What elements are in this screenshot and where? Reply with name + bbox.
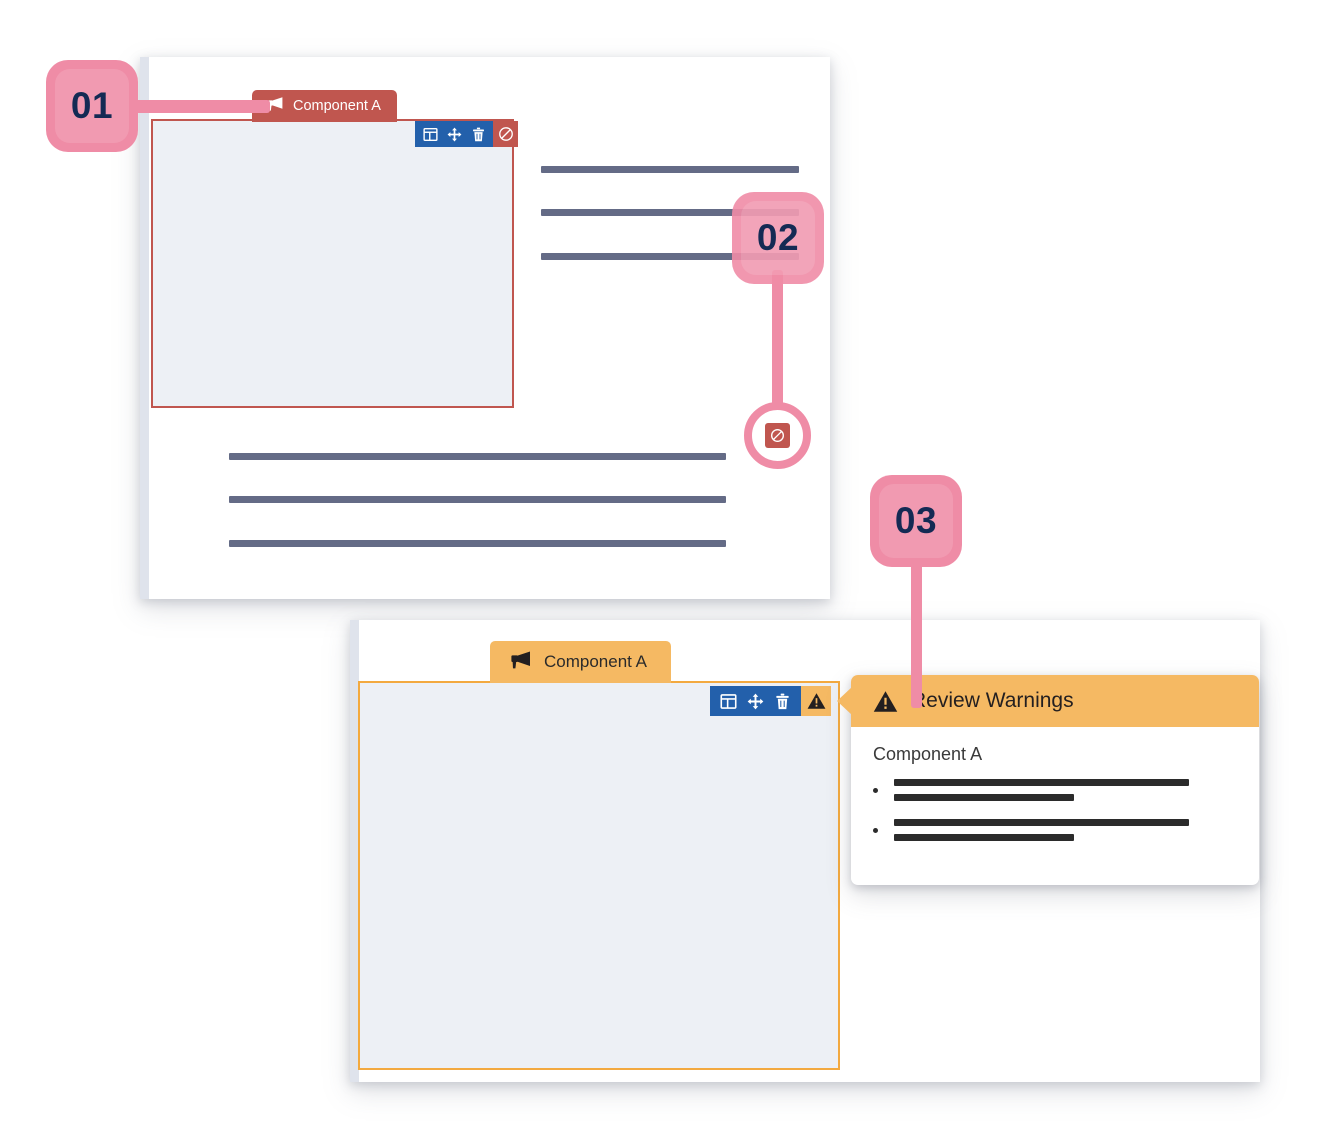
callout-badge-02-label: 02 xyxy=(741,201,815,275)
warning-triangle-icon[interactable] xyxy=(801,686,831,716)
component-a-tab-two[interactable]: Component A xyxy=(490,641,672,683)
move-icon[interactable] xyxy=(442,121,466,147)
callout-03-connector xyxy=(911,560,922,708)
component-a-body-one[interactable] xyxy=(151,119,514,408)
bullet-icon xyxy=(873,828,878,833)
warning-triangle-icon xyxy=(873,690,898,713)
callout-badge-01: 01 xyxy=(46,60,138,152)
popup-pointer xyxy=(837,687,852,715)
redacted-line xyxy=(229,453,726,460)
screenshot-root: Component A Component A Review Warnings … xyxy=(0,0,1322,1132)
component-a-body-two[interactable] xyxy=(358,681,840,1070)
redacted-line xyxy=(541,166,799,173)
redacted-line xyxy=(229,496,726,503)
move-icon[interactable] xyxy=(742,686,769,716)
component-a-tab-one-label: Component A xyxy=(293,98,381,114)
redacted-line xyxy=(894,819,1189,826)
megaphone-icon xyxy=(508,650,532,675)
redacted-line xyxy=(894,834,1074,841)
layout-icon[interactable] xyxy=(418,121,442,147)
trash-icon[interactable] xyxy=(769,686,796,716)
review-warnings-title: Review Warnings xyxy=(911,689,1074,712)
redacted-line xyxy=(229,540,726,547)
prohibited-icon[interactable] xyxy=(493,121,518,147)
component-toolbar-two xyxy=(710,686,831,716)
callout-badge-02: 02 xyxy=(732,192,824,284)
trash-icon[interactable] xyxy=(466,121,490,147)
panel-one-gutter xyxy=(140,57,149,599)
callout-badge-01-label: 01 xyxy=(55,69,129,143)
callout-badge-03-label: 03 xyxy=(879,484,953,558)
review-warnings-body: Component A xyxy=(851,727,1259,883)
redacted-line xyxy=(894,794,1074,801)
bullet-icon xyxy=(873,788,878,793)
prohibited-icon xyxy=(765,423,790,448)
warning-list-item[interactable] xyxy=(873,819,1237,841)
warnings-component-label: Component A xyxy=(873,744,983,764)
redacted-line xyxy=(894,779,1189,786)
toolbar-blue-group-two xyxy=(710,686,801,716)
warning-list-item[interactable] xyxy=(873,779,1237,801)
callout-01-connector xyxy=(120,100,270,113)
component-a-tab-one[interactable]: Component A xyxy=(252,90,397,122)
callout-02-marker-ring xyxy=(744,402,811,469)
layout-icon[interactable] xyxy=(715,686,742,716)
component-a-tab-two-label: Component A xyxy=(544,652,648,671)
callout-badge-03: 03 xyxy=(870,475,962,567)
warning-text-lines xyxy=(894,779,1189,801)
warning-text-lines xyxy=(894,819,1189,841)
component-toolbar-one xyxy=(415,121,518,147)
toolbar-blue-group-one xyxy=(415,121,493,147)
